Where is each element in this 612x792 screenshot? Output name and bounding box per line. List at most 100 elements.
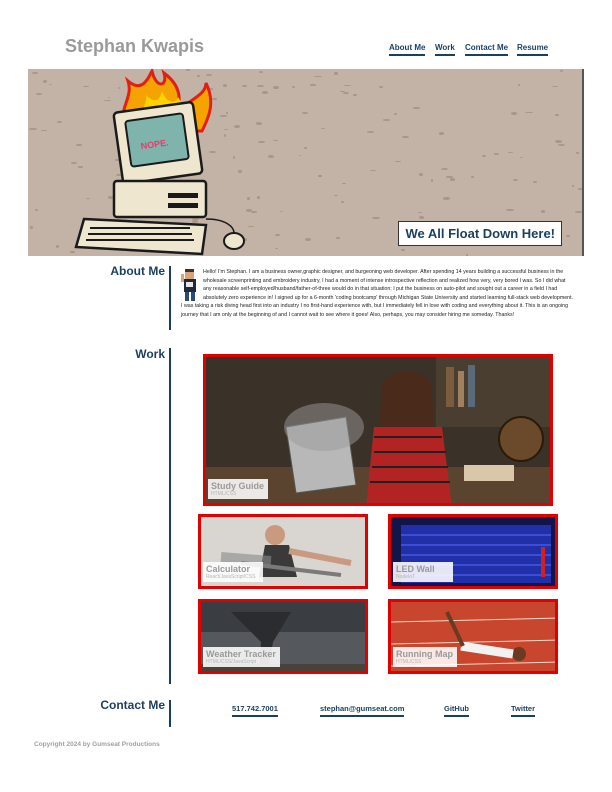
work-divider: [169, 348, 171, 684]
texture-speck: [413, 106, 420, 110]
texture-speck: [32, 72, 39, 74]
project-label: LED Wall NodeIoT: [393, 562, 453, 582]
project-card-calculator[interactable]: Calculator React/JavaScript/CSS: [198, 514, 368, 589]
texture-speck: [465, 254, 469, 256]
texture-speck: [335, 237, 341, 239]
project-tech: HTML/CSS: [396, 659, 422, 665]
avatar: [181, 268, 199, 302]
texture-speck: [280, 210, 283, 212]
texture-speck: [578, 187, 582, 191]
texture-speck: [43, 80, 48, 83]
texture-speck: [482, 155, 487, 158]
project-tech: HTML/CSS: [211, 491, 237, 497]
texture-speck: [314, 75, 322, 78]
texture-speck: [555, 113, 559, 117]
texture-speck: [344, 84, 352, 87]
project-tech: React/JavaScript/CSS: [206, 574, 256, 580]
project-title: Calculator: [206, 564, 251, 574]
footer-copyright: Copyright 2024 by Gumseat Productions: [34, 741, 160, 748]
project-title: LED Wall: [396, 564, 435, 574]
texture-speck: [366, 131, 375, 134]
texture-speck: [519, 157, 523, 159]
work-heading-text: Work: [135, 347, 165, 361]
texture-speck: [256, 122, 262, 125]
texture-speck: [575, 211, 582, 213]
texture-speck: [273, 85, 279, 89]
texture-speck: [35, 208, 38, 212]
about-text: Hello! I'm Stephan. I am a business owne…: [181, 269, 574, 318]
texture-speck: [258, 70, 264, 74]
texture-speck: [258, 140, 266, 144]
nav-work[interactable]: Work: [435, 43, 455, 56]
texture-speck: [508, 151, 514, 153]
contact-heading: Contact Me: [100, 699, 165, 712]
texture-speck: [343, 92, 349, 94]
texture-speck: [524, 111, 533, 114]
texture-speck: [369, 170, 377, 172]
texture-speck: [400, 248, 406, 252]
texture-speck: [417, 212, 423, 214]
texture-speck: [517, 84, 521, 86]
texture-speck: [274, 234, 280, 237]
nav-about-me[interactable]: About Me: [389, 43, 426, 56]
texture-speck: [470, 176, 474, 179]
contact-email-link[interactable]: stephan@gumseat.com: [320, 704, 405, 717]
texture-speck: [511, 111, 518, 115]
texture-speck: [494, 153, 499, 156]
texture-speck: [395, 160, 401, 163]
texture-speck: [262, 91, 268, 95]
texture-speck: [559, 70, 564, 73]
project-label: Study Guide HTML/CSS: [208, 479, 269, 499]
texture-speck: [532, 181, 537, 183]
texture-speck: [321, 127, 325, 129]
texture-speck: [552, 85, 558, 88]
project-tech: HTML/CSS/JavaScript: [206, 659, 257, 665]
texture-speck: [311, 83, 316, 86]
site-title[interactable]: Stephan Kwapis: [65, 36, 204, 57]
project-tech: NodeIoT: [396, 574, 416, 580]
texture-speck: [291, 86, 296, 89]
contact-heading-text: Contact Me: [100, 698, 165, 712]
nav-contact-me[interactable]: Contact Me: [465, 43, 509, 56]
about-paragraph: Hello! I'm Stephan. I am a business owne…: [181, 268, 574, 319]
texture-speck: [305, 238, 312, 241]
texture-speck: [257, 196, 260, 199]
contact-phone-link[interactable]: 517.742.7001: [232, 704, 278, 717]
texture-speck: [513, 178, 518, 181]
texture-speck: [555, 140, 563, 144]
project-card-running-map[interactable]: Running Map HTML/CSS: [388, 599, 558, 674]
project-title: Running Map: [396, 649, 453, 659]
texture-speck: [304, 147, 307, 149]
texture-speck: [430, 179, 434, 182]
project-card-led-wall[interactable]: LED Wall NodeIoT: [388, 514, 558, 589]
texture-speck: [274, 247, 278, 250]
texture-speck: [301, 111, 308, 115]
texture-speck: [393, 112, 397, 115]
texture-speck: [333, 72, 339, 75]
texture-speck: [318, 175, 322, 177]
texture-speck: [383, 119, 390, 121]
texture-speck: [353, 93, 358, 97]
project-label: Calculator React/JavaScript/CSS: [203, 562, 263, 582]
contact-github-link[interactable]: GitHub: [444, 704, 469, 717]
about-divider: [169, 266, 171, 330]
project-card-study-guide[interactable]: Study Guide HTML/CSS: [203, 354, 553, 506]
burning-computer-illustration: NOPE.: [74, 69, 245, 256]
nav-resume[interactable]: Resume: [517, 43, 549, 56]
texture-speck: [576, 152, 580, 154]
texture-speck: [438, 132, 444, 136]
hero-banner: NOPE. We All Float Down Here!: [28, 69, 584, 256]
contact-twitter-link[interactable]: Twitter: [511, 704, 536, 717]
pixel-avatar-icon: [181, 269, 196, 301]
texture-speck: [540, 209, 546, 213]
texture-speck: [273, 139, 278, 142]
texture-speck: [558, 144, 566, 147]
texture-speck: [267, 155, 274, 158]
contact-divider: [169, 700, 171, 727]
work-heading: Work: [110, 348, 165, 361]
about-heading: About Me: [110, 265, 165, 278]
texture-speck: [419, 173, 424, 177]
project-card-weather-tracker[interactable]: Weather Tracker HTML/CSS/JavaScript: [198, 599, 368, 674]
texture-speck: [342, 183, 346, 185]
texture-speck: [378, 86, 383, 88]
